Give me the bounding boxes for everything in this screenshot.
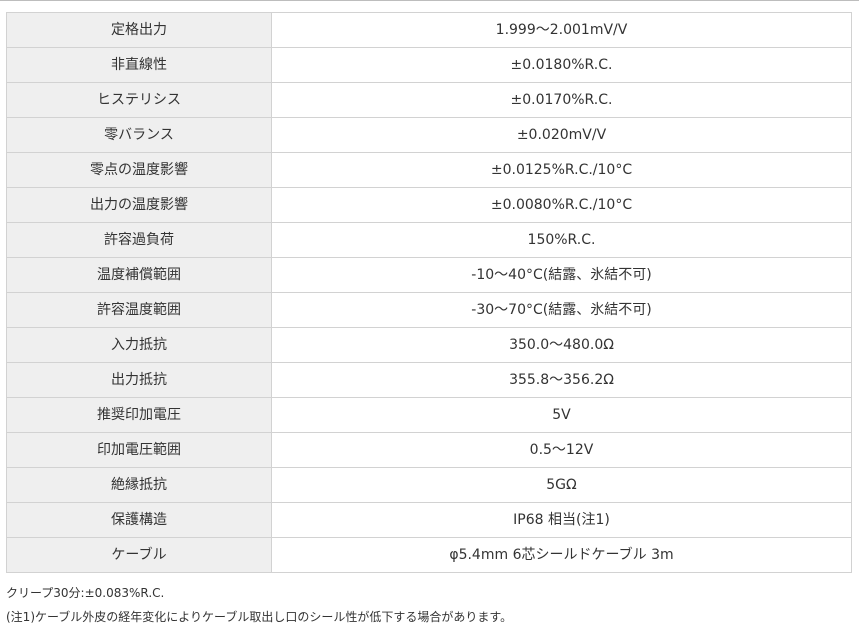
- table-row: ヒステリシス ±0.0170%R.C.: [6, 82, 852, 118]
- creep-note: クリープ30分:±0.083%R.C.: [6, 586, 165, 600]
- table-row: 温度補償範囲 -10〜40°C(結露、氷結不可): [6, 257, 852, 293]
- spec-value: ±0.0080%R.C./10°C: [271, 187, 852, 223]
- table-row: 零バランス ±0.020mV/V: [6, 117, 852, 153]
- spec-value: ±0.0125%R.C./10°C: [271, 152, 852, 188]
- spec-label: 許容過負荷: [6, 222, 272, 258]
- spec-label: 絶縁抵抗: [6, 467, 272, 503]
- table-row: 非直線性 ±0.0180%R.C.: [6, 47, 852, 83]
- spec-value: IP68 相当(注1): [271, 502, 852, 538]
- spec-value: -30〜70°C(結露、氷結不可): [271, 292, 852, 328]
- spec-value: 350.0〜480.0Ω: [271, 327, 852, 363]
- table-row: 出力抵抗 355.8〜356.2Ω: [6, 362, 852, 398]
- table-row: 保護構造 IP68 相当(注1): [6, 502, 852, 538]
- table-row: 定格出力 1.999〜2.001mV/V: [6, 12, 852, 48]
- table-row: 印加電圧範囲 0.5〜12V: [6, 432, 852, 468]
- spec-label: 非直線性: [6, 47, 272, 83]
- table-row: 出力の温度影響 ±0.0080%R.C./10°C: [6, 187, 852, 223]
- spec-label: 推奨印加電圧: [6, 397, 272, 433]
- spec-label: 温度補償範囲: [6, 257, 272, 293]
- footnote-1: (注1)ケーブル外皮の経年変化によりケーブル取出し口のシール性が低下する場合があ…: [6, 610, 513, 624]
- spec-table-body: 定格出力 1.999〜2.001mV/V 非直線性 ±0.0180%R.C. ヒステリシ…: [6, 12, 852, 573]
- spec-table: 定格出力 1.999〜2.001mV/V 非直線性 ±0.0180%R.C. ヒステリシ…: [6, 12, 852, 573]
- table-row: 零点の温度影響 ±0.0125%R.C./10°C: [6, 152, 852, 188]
- notes: クリープ30分:±0.083%R.C. (注1)ケーブル外皮の経年変化によりケー…: [6, 584, 852, 632]
- spec-value: 5V: [271, 397, 852, 433]
- spec-value: ±0.0180%R.C.: [271, 47, 852, 83]
- spec-value: ±0.020mV/V: [271, 117, 852, 153]
- spec-label: 出力抵抗: [6, 362, 272, 398]
- spec-value: 5GΩ: [271, 467, 852, 503]
- spec-value: 150%R.C.: [271, 222, 852, 258]
- table-row: 許容過負荷 150%R.C.: [6, 222, 852, 258]
- spec-label: 許容温度範囲: [6, 292, 272, 328]
- table-row: 入力抵抗 350.0〜480.0Ω: [6, 327, 852, 363]
- spec-label: 入力抵抗: [6, 327, 272, 363]
- spec-value: φ5.4mm 6芯シールドケーブル 3m: [271, 537, 852, 573]
- table-row: 許容温度範囲 -30〜70°C(結露、氷結不可): [6, 292, 852, 328]
- spec-label: 零バランス: [6, 117, 272, 153]
- spec-label: 出力の温度影響: [6, 187, 272, 223]
- table-row: 絶縁抵抗 5GΩ: [6, 467, 852, 503]
- spec-value: 1.999〜2.001mV/V: [271, 12, 852, 48]
- spec-value: ±0.0170%R.C.: [271, 82, 852, 118]
- table-row: ケーブル φ5.4mm 6芯シールドケーブル 3m: [6, 537, 852, 573]
- spec-label: 零点の温度影響: [6, 152, 272, 188]
- top-divider: [0, 0, 859, 1]
- spec-value: 0.5〜12V: [271, 432, 852, 468]
- spec-label: 印加電圧範囲: [6, 432, 272, 468]
- spec-value: -10〜40°C(結露、氷結不可): [271, 257, 852, 293]
- spec-label: ケーブル: [6, 537, 272, 573]
- spec-label: 保護構造: [6, 502, 272, 538]
- table-row: 推奨印加電圧 5V: [6, 397, 852, 433]
- spec-value: 355.8〜356.2Ω: [271, 362, 852, 398]
- spec-label: 定格出力: [6, 12, 272, 48]
- spec-label: ヒステリシス: [6, 82, 272, 118]
